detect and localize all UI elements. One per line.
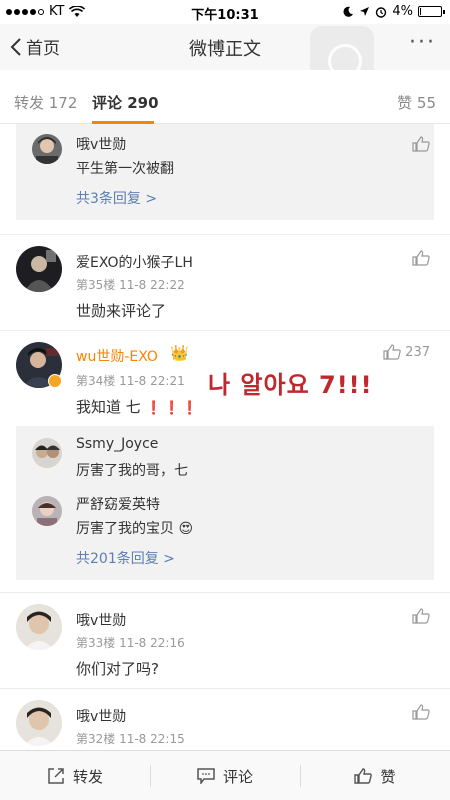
comment-feed[interactable]: 哦v世勋 平生第一次被翻 共3条回复 > 爱EXO的小猴子LH 第35楼 11-… bbox=[0, 124, 450, 750]
reply-text: 厉害了我的宝贝 😍 bbox=[76, 518, 193, 538]
thumbs-up-icon bbox=[354, 768, 373, 784]
page-title: 微博正文 bbox=[189, 39, 261, 60]
thumbs-up-icon bbox=[383, 344, 401, 360]
verified-badge-icon bbox=[48, 374, 62, 388]
exclamation-emoji-icon: ❗❗❗ bbox=[145, 401, 201, 416]
reply-author[interactable]: 严舒窈爱英特 bbox=[76, 494, 160, 514]
avatar[interactable] bbox=[16, 604, 62, 650]
comment-button[interactable]: 评论 bbox=[150, 751, 300, 800]
share-icon bbox=[48, 768, 64, 784]
comment-item: 爱EXO的小猴子LH 第35楼 11-8 22:22 世勋来评论了 bbox=[0, 234, 450, 330]
weibo-post-screen: KT 下午10:31 4% 首页 微博正文 ··· 转发 172 评论 290 … bbox=[0, 0, 450, 800]
alarm-icon bbox=[376, 6, 387, 18]
like-count: 237 bbox=[405, 344, 430, 360]
comment-item: 哦v世勋 平生第一次被翻 共3条回复 > bbox=[0, 124, 450, 234]
moon-icon bbox=[343, 6, 354, 17]
comment-item: 哦v世勋 第33楼 11-8 22:16 你们对了吗? bbox=[0, 592, 450, 688]
reply-author[interactable]: Ssmy_Joyce bbox=[76, 436, 158, 452]
comment-text: 我知道 七 ❗❗❗ bbox=[76, 396, 200, 417]
avatar[interactable] bbox=[32, 438, 62, 468]
like-button[interactable] bbox=[412, 136, 430, 152]
reply-box: 哦v世勋 平生第一次被翻 共3条回复 > bbox=[16, 124, 434, 220]
reply-text: 平生第一次被翻 bbox=[76, 161, 174, 177]
divider bbox=[0, 688, 450, 689]
repost-label: 转发 bbox=[72, 767, 103, 786]
status-bar: KT 下午10:31 4% bbox=[0, 0, 450, 24]
crown-emoji-icon: 👑 bbox=[170, 344, 189, 362]
avatar[interactable] bbox=[32, 496, 62, 526]
thumbs-up-icon bbox=[412, 136, 430, 152]
comment-meta: 第32楼 11-8 22:15 bbox=[76, 732, 185, 746]
more-replies-link[interactable]: 共201条回复 > bbox=[76, 548, 175, 568]
tab-bar: 转发 172 评论 290 赞 55 bbox=[0, 70, 450, 124]
comment-text: 世勋来评论了 bbox=[76, 302, 167, 320]
tab-comment[interactable]: 评论 290 bbox=[92, 92, 159, 113]
avatar[interactable] bbox=[32, 134, 62, 164]
divider bbox=[0, 592, 450, 593]
comment-text-body: 我知道 七 bbox=[76, 398, 141, 416]
more-options-button[interactable]: ··· bbox=[409, 30, 436, 55]
battery-icon bbox=[418, 6, 445, 17]
comment-meta: 第34楼 11-8 22:21 bbox=[76, 374, 185, 388]
like-button[interactable] bbox=[412, 608, 430, 624]
comment-item: 哦v世勋 第32楼 11-8 22:15 bbox=[0, 688, 450, 750]
location-icon bbox=[360, 7, 370, 16]
more-replies-link[interactable]: 共3条回复 > bbox=[76, 188, 157, 208]
reply-text: 厉害了我的哥，七 bbox=[76, 463, 188, 479]
battery-fill bbox=[420, 8, 421, 15]
like-button[interactable] bbox=[412, 704, 430, 720]
comment-author[interactable]: 爱EXO的小猴子LH bbox=[76, 252, 193, 272]
thumbs-up-icon bbox=[412, 704, 430, 720]
like-button[interactable] bbox=[412, 250, 430, 266]
comment-author[interactable]: 哦v世勋 bbox=[76, 610, 126, 630]
reply-box: Ssmy_Joyce 厉害了我的哥，七 严舒窈爱英特 厉害了我的宝贝 😍 共20… bbox=[16, 426, 434, 580]
like-button[interactable]: 237 bbox=[383, 344, 430, 360]
tab-repost[interactable]: 转发 172 bbox=[14, 92, 77, 113]
divider bbox=[0, 234, 450, 235]
comment-meta: 第35楼 11-8 22:22 bbox=[76, 278, 185, 292]
comment-icon bbox=[197, 768, 215, 784]
thumbs-up-icon bbox=[412, 608, 430, 624]
comment-label: 评论 bbox=[222, 767, 253, 786]
reply-text-body: 厉害了我的宝贝 bbox=[76, 521, 174, 537]
divider bbox=[0, 330, 450, 331]
bottom-action-bar: 转发 评论 赞 bbox=[0, 750, 450, 800]
battery-percent: 4% bbox=[392, 4, 413, 19]
comment-meta: 第33楼 11-8 22:16 bbox=[76, 636, 185, 650]
avatar[interactable] bbox=[16, 700, 62, 746]
overlay-caption: 나 알아요 7!!! bbox=[208, 371, 373, 399]
heart-eyes-emoji-icon: 😍 bbox=[178, 521, 194, 537]
nav-bar: 首页 微博正文 ··· bbox=[0, 24, 450, 90]
comment-author[interactable]: 哦v世勋 bbox=[76, 706, 126, 726]
like-action-button[interactable]: 赞 bbox=[300, 751, 450, 800]
tab-like[interactable]: 赞 55 bbox=[397, 92, 436, 113]
reply-author[interactable]: 哦v世勋 bbox=[76, 134, 126, 154]
like-label: 赞 bbox=[380, 767, 396, 786]
avatar[interactable] bbox=[16, 246, 62, 292]
status-right: 4% bbox=[342, 4, 445, 19]
repost-button[interactable]: 转发 bbox=[0, 751, 150, 800]
comment-text: 你们对了吗? bbox=[76, 660, 159, 678]
thumbs-up-icon bbox=[412, 250, 430, 266]
comment-author[interactable]: wu世勋-EXO bbox=[76, 346, 158, 366]
